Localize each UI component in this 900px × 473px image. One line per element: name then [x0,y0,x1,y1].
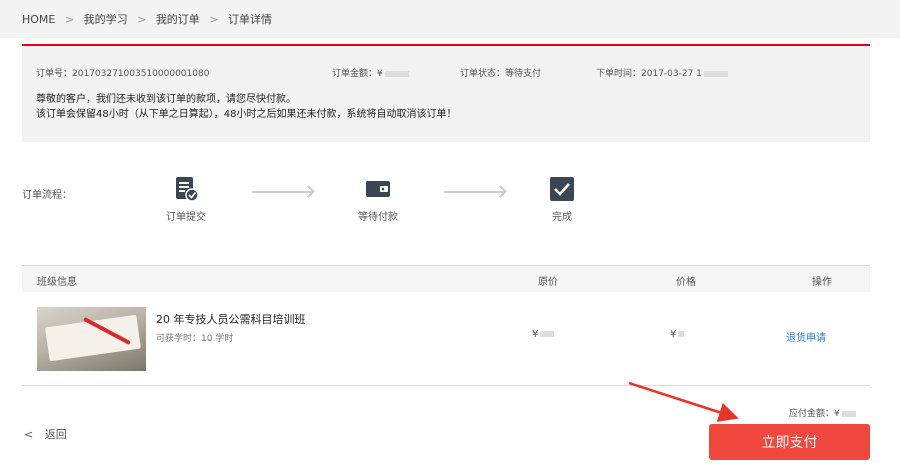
pay-now-button[interactable]: 立即支付 [709,424,870,460]
back-link[interactable]: < 返回 [24,426,67,442]
chevron-left-icon: < [24,428,34,441]
amount-due: 应付金额：¥ [789,406,856,419]
back-label: 返回 [44,428,67,441]
amount-due-value: ¥ [834,409,840,419]
amount-due-label: 应付金额： [789,409,835,419]
annotation-arrow-icon [628,381,739,422]
redacted-blur [841,410,856,417]
